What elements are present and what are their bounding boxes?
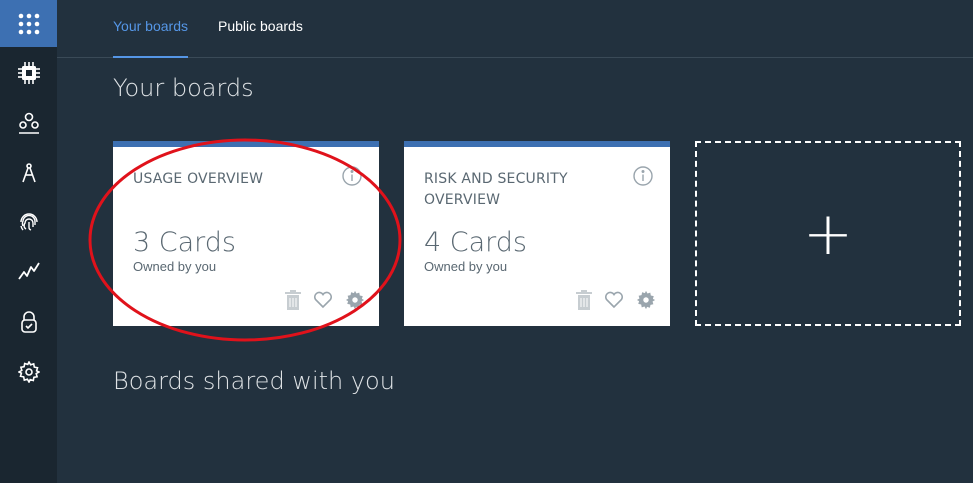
board-title: RISK AND SECURITY OVERVIEW (424, 171, 568, 208)
board-title: USAGE OVERVIEW (133, 171, 264, 187)
board-actions (576, 290, 656, 314)
chip-icon[interactable] (0, 49, 57, 96)
settings-icon[interactable] (0, 348, 57, 395)
shared-boards-heading: Boards shared with you (113, 367, 395, 395)
tab-bar: Your boards Public boards (57, 0, 973, 58)
board-settings-icon[interactable] (636, 290, 656, 314)
compass-icon[interactable] (0, 149, 57, 196)
your-boards-heading: Your boards (113, 74, 254, 102)
board-card-usage-overview[interactable]: USAGE OVERVIEW 3 Cards Owned by you (113, 141, 379, 326)
users-icon[interactable] (0, 99, 57, 146)
apps-grid-icon[interactable] (0, 0, 57, 47)
info-icon[interactable] (342, 166, 362, 186)
lock-icon[interactable] (0, 298, 57, 345)
board-settings-icon[interactable] (345, 290, 365, 314)
board-actions (285, 290, 365, 314)
board-card-count: 4 Cards (424, 227, 527, 258)
trash-icon[interactable] (285, 290, 301, 314)
board-card-count: 3 Cards (133, 227, 236, 258)
activity-icon[interactable] (0, 247, 57, 294)
plus-icon: + (802, 198, 854, 269)
board-owner: Owned by you (133, 259, 217, 274)
favorite-heart-icon[interactable] (604, 291, 624, 313)
add-board-button[interactable]: + (695, 141, 961, 326)
fingerprint-icon[interactable] (0, 198, 57, 245)
board-card-risk-security-overview[interactable]: RISK AND SECURITY OVERVIEW 4 Cards Owned… (404, 141, 670, 326)
favorite-heart-icon[interactable] (313, 291, 333, 313)
trash-icon[interactable] (576, 290, 592, 314)
tab-public-boards[interactable]: Public boards (218, 18, 303, 58)
board-owner: Owned by you (424, 259, 508, 274)
tab-your-boards[interactable]: Your boards (113, 18, 188, 58)
sidebar (0, 0, 57, 483)
info-icon[interactable] (633, 166, 653, 186)
